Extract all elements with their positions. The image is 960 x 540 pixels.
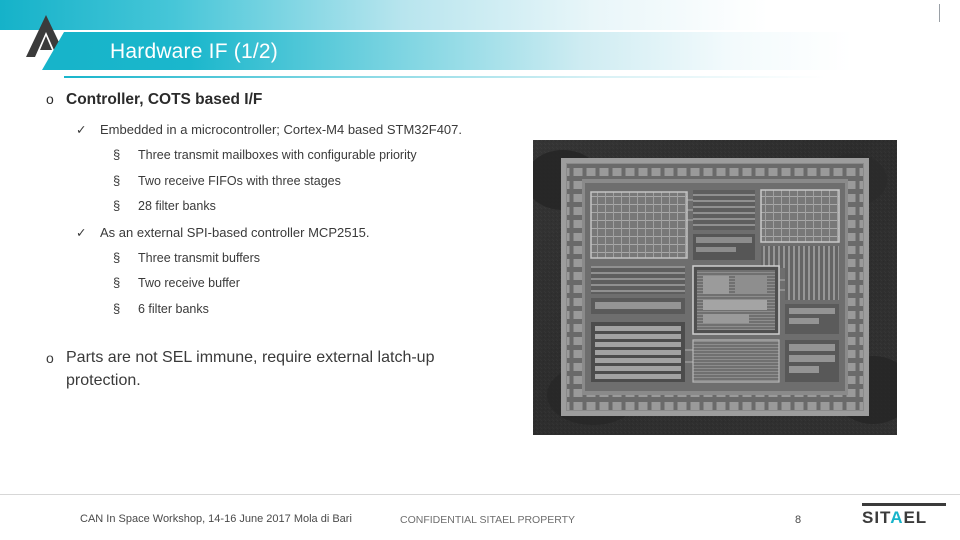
- logo-text-pre: SIT: [862, 508, 891, 527]
- footer-confidentiality-label: CONFIDENTIAL SITAEL PROPERTY: [400, 514, 576, 526]
- bullet-level1-text: Parts are not SEL immune, require extern…: [66, 349, 435, 390]
- bullet-level3-text: Three transmit mailboxes with configurab…: [138, 148, 417, 163]
- bullet-marker-circle: o: [46, 350, 54, 367]
- section-marker-icon: §: [113, 249, 121, 265]
- bullet-level3-transmit-buffers: § Three transmit buffers: [0, 250, 520, 268]
- bullet-level2-text: Embedded in a microcontroller; Cortex-M4…: [100, 122, 462, 138]
- page-number: 8: [795, 514, 802, 526]
- check-marker-icon: ✓: [76, 123, 87, 138]
- footer-event-label: CAN In Space Workshop, 14-16 June 2017 M…: [80, 513, 352, 525]
- page-title: Hardware IF (1/2): [110, 40, 278, 63]
- header-gradient-band: [0, 0, 960, 30]
- section-marker-icon: §: [113, 172, 121, 188]
- section-marker-icon: §: [113, 300, 121, 316]
- bullet-level3-filter-banks-6: § 6 filter banks: [0, 301, 520, 319]
- section-marker-icon: §: [113, 198, 121, 214]
- bullet-level3-receive-buffer: § Two receive buffer: [0, 275, 520, 293]
- die-photo-microcontroller: [533, 140, 897, 435]
- bullet-marker-circle: o: [46, 91, 54, 107]
- logo-bar: [862, 503, 946, 506]
- bullet-level3-text: Three transmit buffers: [138, 250, 261, 265]
- bullet-level3-transmit-mailboxes: § Three transmit mailboxes with configur…: [0, 147, 520, 165]
- bullet-level3-text: Two receive FIFOs with three stages: [138, 173, 341, 188]
- slide-body: o Controller, COTS based I/F ✓ Embedded …: [0, 90, 520, 392]
- bullet-level1-controller: o Controller, COTS based I/F: [0, 90, 520, 109]
- logo-text-post: EL: [903, 508, 928, 527]
- bullet-level1-sel-note: o Parts are not SEL immune, require exte…: [0, 346, 520, 392]
- slide-header: Hardware IF (1/2): [0, 0, 960, 86]
- section-marker-icon: §: [113, 275, 121, 291]
- section-marker-icon: §: [113, 147, 121, 163]
- logo-text: SITAEL: [862, 508, 927, 527]
- bullet-level3-receive-fifos: § Two receive FIFOs with three stages: [0, 173, 520, 191]
- check-marker-icon: ✓: [76, 225, 87, 240]
- header-tick-mark: [939, 4, 940, 22]
- title-underline: [64, 76, 960, 78]
- bullet-level1-text: Controller, COTS based I/F: [66, 91, 263, 108]
- bullet-level2-text: As an external SPI-based controller MCP2…: [100, 224, 370, 240]
- bullet-level3-filter-banks-28: § 28 filter banks: [0, 198, 520, 216]
- bullet-level2-embedded: ✓ Embedded in a microcontroller; Cortex-…: [0, 121, 520, 140]
- logo-text-accent: A: [890, 508, 904, 527]
- footer-divider: [0, 494, 960, 495]
- bullet-level3-text: 28 filter banks: [138, 199, 216, 214]
- bullet-level3-text: Two receive buffer: [138, 276, 240, 291]
- bullet-level3-text: 6 filter banks: [138, 301, 209, 316]
- bullet-level2-external-spi: ✓ As an external SPI-based controller MC…: [0, 224, 520, 243]
- sitael-wordmark-logo: SITAEL: [862, 503, 946, 530]
